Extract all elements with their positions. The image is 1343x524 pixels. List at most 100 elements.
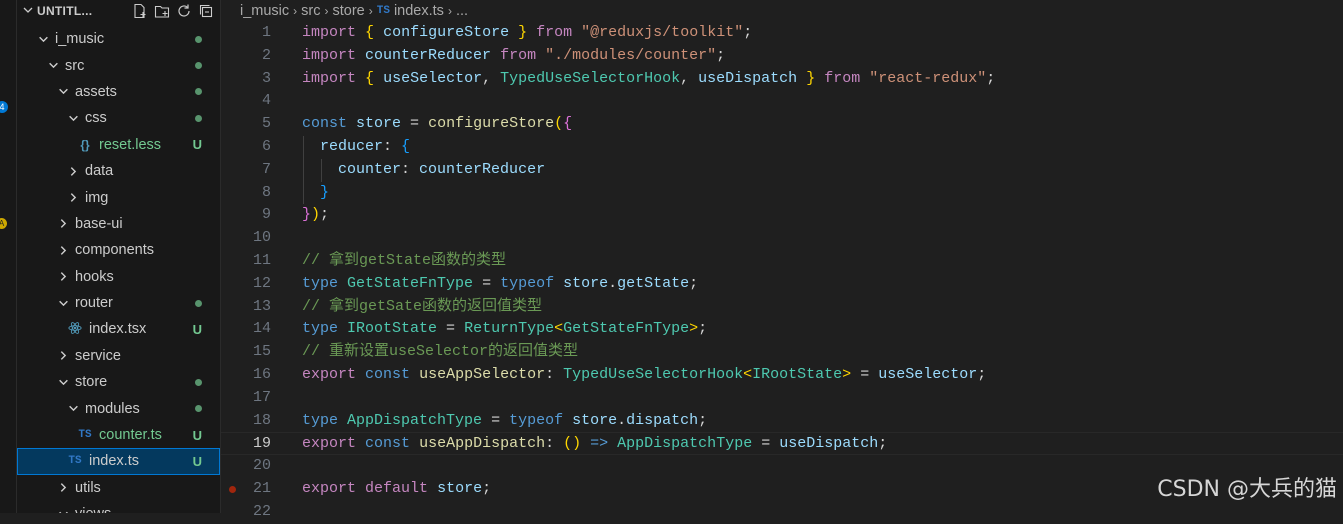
folder-item[interactable]: hooks xyxy=(17,264,220,290)
code-token: export xyxy=(302,435,357,453)
code-line[interactable]: 18 type AppDispatchType = typeof store.di… xyxy=(221,410,1343,433)
tree-item-label: router xyxy=(75,295,113,312)
explorer-header[interactable]: UNTITL... xyxy=(17,0,220,22)
chevron-right-icon[interactable] xyxy=(57,271,69,282)
code-line[interactable]: 22 xyxy=(221,501,1343,524)
code-line[interactable]: 8 } xyxy=(221,181,1343,205)
chevron-down-icon[interactable] xyxy=(23,5,37,18)
code-line[interactable]: 12 type GetStateFnType = typeof store.get… xyxy=(221,273,1343,296)
folder-item[interactable]: css xyxy=(17,105,220,131)
chevron-down-icon[interactable] xyxy=(57,377,69,388)
breadcrumb-item[interactable]: src xyxy=(301,3,320,19)
activity-badge: 4 xyxy=(0,101,8,113)
code-line[interactable]: 19 export const useAppDispatch: () => App… xyxy=(221,432,1343,456)
file-item[interactable]: TS index.ts U xyxy=(17,448,220,475)
folder-item[interactable]: service xyxy=(17,343,220,369)
folder-item[interactable]: utils xyxy=(17,475,220,501)
code-line[interactable]: 5 const store = configureStore({ xyxy=(221,113,1343,136)
chevron-down-icon[interactable] xyxy=(67,113,79,124)
code-token: > xyxy=(842,365,852,383)
code-line[interactable]: 15 // 重新设置useSelector的返回值类型 xyxy=(221,341,1343,364)
chevron-down-icon[interactable] xyxy=(37,34,49,45)
chevron-right-icon[interactable] xyxy=(57,482,69,493)
code-line[interactable]: 13 // 拿到getSate函数的返回值类型 xyxy=(221,296,1343,319)
code-token: useDispatch xyxy=(779,435,879,453)
code-token: configureStore xyxy=(428,115,555,133)
folder-item[interactable]: views xyxy=(17,501,220,513)
folder-item[interactable]: store xyxy=(17,369,220,395)
code-token: : xyxy=(383,137,402,155)
code-text: type IRootState = ReturnType<GetStateFnT… xyxy=(302,318,707,341)
chevron-right-icon: › xyxy=(368,4,373,18)
code-line[interactable]: 11 // 拿到getState函数的类型 xyxy=(221,250,1343,273)
code-token: "./modules/counter" xyxy=(545,46,717,64)
chevron-down-icon[interactable] xyxy=(57,298,69,309)
new-file-icon[interactable] xyxy=(132,3,148,19)
chevron-right-icon[interactable] xyxy=(57,350,69,361)
code-token: ; xyxy=(698,320,708,338)
folder-item[interactable]: src xyxy=(17,52,220,78)
folder-item[interactable]: router xyxy=(17,290,220,316)
chevron-right-icon[interactable] xyxy=(67,166,79,177)
chevron-down-icon[interactable] xyxy=(47,60,59,71)
new-folder-icon[interactable] xyxy=(154,3,170,19)
line-number: 18 xyxy=(252,411,271,429)
line-number: 11 xyxy=(252,251,271,269)
code-token: ; xyxy=(878,435,888,453)
folder-item[interactable]: modules xyxy=(17,395,220,421)
activity-bar: 4 A xyxy=(0,0,17,513)
code-line[interactable]: 10 xyxy=(221,227,1343,250)
code-token: } xyxy=(806,69,816,87)
code-line[interactable]: 7 counter: counterReducer xyxy=(221,158,1343,182)
code-line[interactable]: 9}); xyxy=(221,204,1343,227)
file-item[interactable]: {} reset.less U xyxy=(17,132,220,158)
code-token: : xyxy=(545,435,564,453)
react-file-icon xyxy=(67,321,83,338)
file-item[interactable]: index.tsx U xyxy=(17,316,220,342)
chevron-down-icon[interactable] xyxy=(57,509,69,513)
collapse-all-icon[interactable] xyxy=(198,3,214,19)
code-line[interactable]: 2 import counterReducer from "./modules/c… xyxy=(221,45,1343,68)
code-token: } xyxy=(302,206,312,224)
code-line[interactable]: 16 export const useAppSelector: TypedUseS… xyxy=(221,364,1343,387)
code-token: export xyxy=(302,365,357,383)
code-line[interactable]: 17 xyxy=(221,387,1343,410)
code-line[interactable]: 14 type IRootState = ReturnType<GetStateF… xyxy=(221,318,1343,341)
refresh-icon[interactable] xyxy=(176,3,192,19)
breadcrumb-more[interactable]: ... xyxy=(456,3,468,19)
code-editor[interactable]: 1 import { configureStore } from "@reduxj… xyxy=(221,22,1343,524)
folder-item[interactable]: data xyxy=(17,158,220,184)
code-text: type AppDispatchType = typeof store.disp… xyxy=(302,410,707,433)
folder-item[interactable]: assets xyxy=(17,79,220,105)
code-line[interactable]: 1 import { configureStore } from "@reduxj… xyxy=(221,22,1343,45)
file-item[interactable]: TS counter.ts U xyxy=(17,422,220,448)
folder-item[interactable]: components xyxy=(17,237,220,263)
code-line[interactable]: 3 import { useSelector, TypedUseSelectorH… xyxy=(221,68,1343,91)
code-text: type GetStateFnType = typeof store.getSt… xyxy=(302,273,698,296)
breadcrumb-file[interactable]: index.ts xyxy=(394,3,444,19)
chevron-down-icon[interactable] xyxy=(57,86,69,97)
git-status-badge: U xyxy=(192,427,202,443)
chevron-right-icon[interactable] xyxy=(67,192,79,203)
git-status-badge: U xyxy=(192,137,202,153)
line-number: 1 xyxy=(261,24,271,41)
chevron-right-icon[interactable] xyxy=(57,245,69,256)
breadcrumb-item[interactable]: store xyxy=(333,3,365,19)
folder-item[interactable]: img xyxy=(17,184,220,210)
code-line[interactable]: 4 xyxy=(221,90,1343,113)
breadcrumb-item[interactable]: i_music xyxy=(240,3,289,19)
chevron-right-icon: › xyxy=(293,4,298,18)
chevron-down-icon[interactable] xyxy=(67,403,79,414)
code-line[interactable]: 6 reducer: { xyxy=(221,135,1343,159)
folder-item[interactable]: i_music xyxy=(17,26,220,52)
tree-item-label: utils xyxy=(75,479,101,496)
chevron-right-icon[interactable] xyxy=(57,218,69,229)
folder-item[interactable]: base-ui xyxy=(17,211,220,237)
